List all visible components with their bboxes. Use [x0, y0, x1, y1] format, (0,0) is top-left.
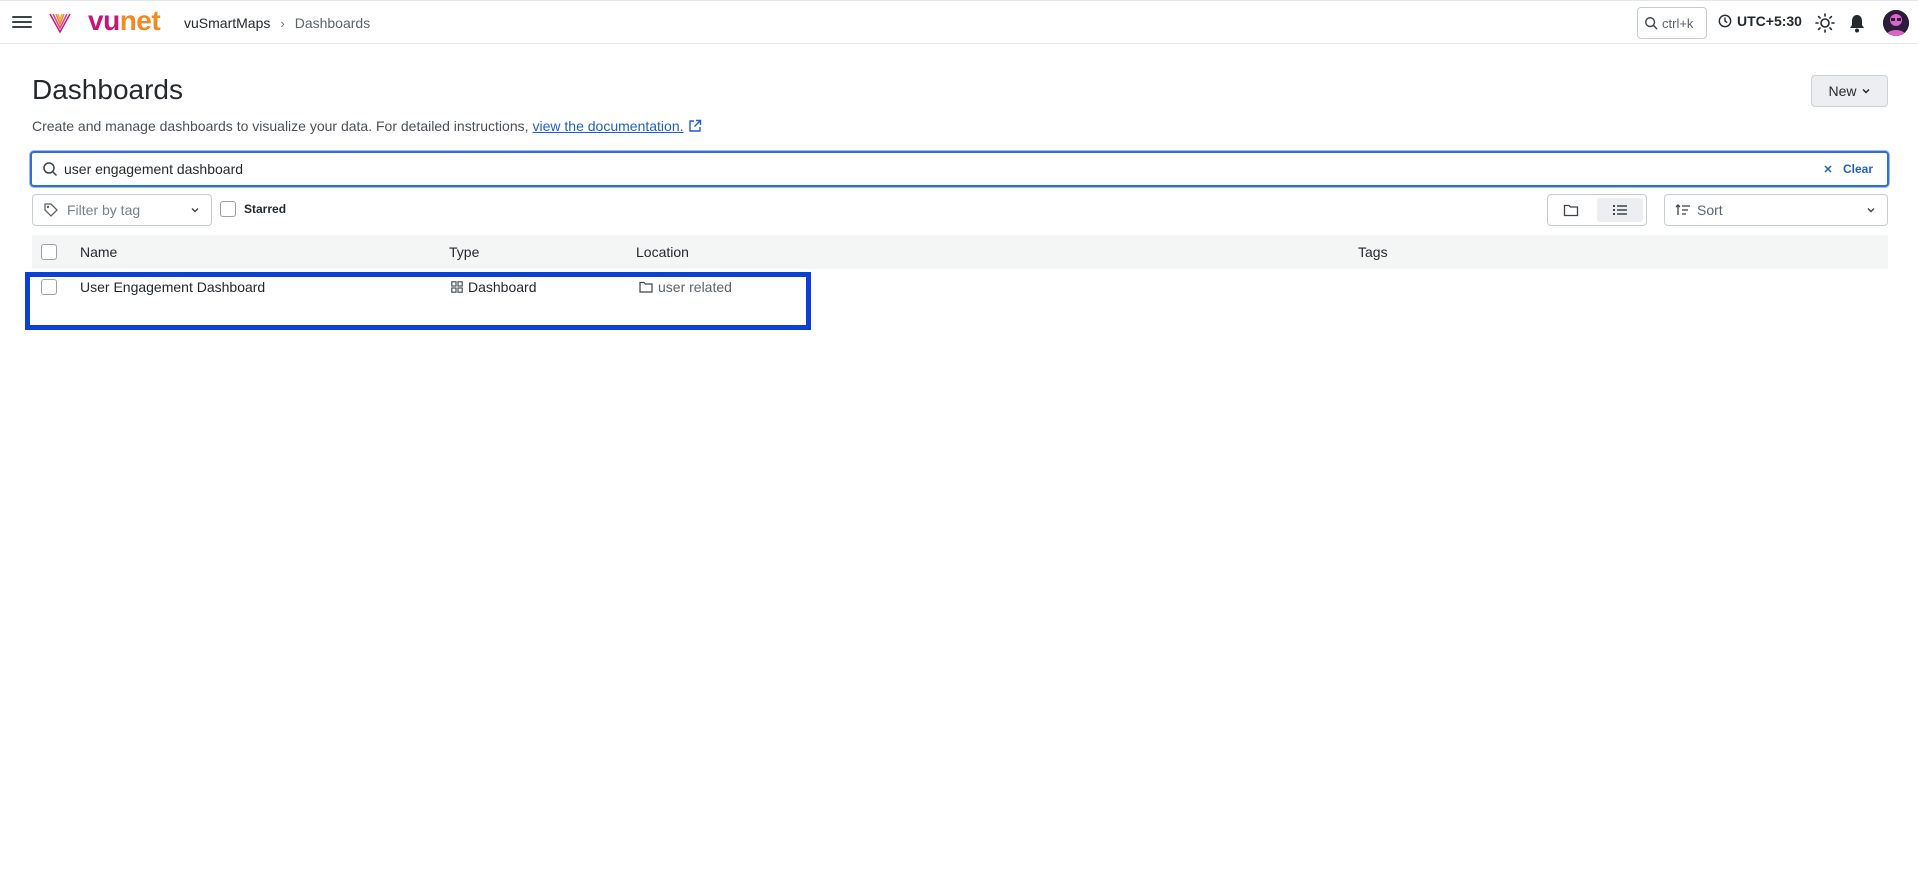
global-search-button[interactable]: ctrl+k [1637, 7, 1707, 39]
external-link-icon[interactable] [688, 119, 702, 133]
sort-select[interactable]: Sort [1664, 194, 1888, 226]
sort-label: Sort [1697, 202, 1723, 218]
filter-by-tag-select[interactable]: Filter by tag [32, 194, 212, 226]
search-icon [1645, 17, 1658, 30]
starred-checkbox[interactable] [220, 201, 236, 217]
vunet-logo-mark-icon [49, 13, 71, 34]
bell-icon [1850, 15, 1864, 33]
list-view-button[interactable] [1597, 198, 1643, 222]
tag-icon [44, 203, 58, 217]
clock-icon [1718, 14, 1732, 28]
new-button-label: New [1828, 83, 1857, 99]
dashboard-location: user related [658, 279, 732, 295]
starred-filter[interactable]: Starred [220, 201, 286, 217]
dashboard-name-link[interactable]: User Engagement Dashboard [80, 279, 265, 295]
search-shortcut-label: ctrl+k [1662, 15, 1694, 31]
notifications-button[interactable] [1847, 13, 1867, 33]
timezone-picker[interactable]: UTC+5:30 [1718, 13, 1802, 29]
breadcrumb: vuSmartMaps › Dashboards [184, 15, 370, 31]
theme-toggle-button[interactable] [1815, 13, 1835, 33]
folder-icon [639, 281, 653, 293]
dashboard-search-input[interactable] [64, 161, 1823, 177]
table-row[interactable]: User Engagement Dashboard Dashboard user… [32, 270, 1888, 306]
folder-view-button[interactable] [1548, 195, 1594, 225]
clear-search-label: Clear [1842, 162, 1873, 176]
page-title: Dashboards [32, 74, 183, 105]
dashboard-location-link[interactable]: user related [639, 279, 732, 295]
chevron-down-icon [1867, 208, 1875, 213]
vunet-logo[interactable]: vunet [88, 5, 161, 37]
list-icon [1613, 205, 1627, 215]
clear-search-button[interactable]: Clear [1823, 162, 1873, 176]
close-icon [1824, 165, 1832, 173]
sun-icon [1815, 13, 1835, 33]
logo-vu-text: vu [88, 5, 120, 36]
sort-icon [1675, 204, 1690, 215]
top-navbar: vunet vuSmartMaps › Dashboards ctrl+k UT… [0, 0, 1918, 44]
avatar-icon [1883, 10, 1909, 36]
table-header: Name Type Location Tags [32, 235, 1888, 269]
dashboard-search-field[interactable]: Clear [30, 151, 1889, 187]
filter-by-tag-placeholder: Filter by tag [67, 202, 141, 218]
folder-icon [1563, 204, 1579, 217]
chevron-down-icon [1861, 88, 1870, 94]
column-header-location: Location [636, 244, 689, 260]
logo-net-text: net [119, 5, 161, 36]
breadcrumb-vusmartmaps[interactable]: vuSmartMaps [184, 15, 270, 31]
starred-label: Starred [244, 202, 287, 216]
page-description: Create and manage dashboards to visualiz… [32, 118, 702, 134]
user-avatar[interactable] [1883, 10, 1909, 36]
search-icon [43, 162, 58, 177]
documentation-link[interactable]: view the documentation. [533, 118, 684, 134]
row-checkbox[interactable] [41, 279, 57, 295]
column-header-type: Type [449, 244, 480, 260]
breadcrumb-separator-icon: › [280, 15, 285, 31]
page-description-text: Create and manage dashboards to visualiz… [32, 118, 529, 134]
column-header-tags: Tags [1358, 244, 1388, 260]
breadcrumb-dashboards: Dashboards [294, 15, 371, 31]
new-button[interactable]: New [1811, 75, 1888, 107]
menu-icon[interactable] [12, 13, 32, 33]
column-header-name[interactable]: Name [80, 244, 117, 260]
view-toggle [1547, 194, 1647, 226]
select-all-checkbox[interactable] [41, 244, 57, 260]
chevron-down-icon [191, 208, 199, 213]
dashboard-grid-icon [451, 281, 463, 293]
dashboard-name: User Engagement Dashboard [80, 279, 266, 295]
dashboard-type-cell: Dashboard [451, 279, 537, 295]
timezone-label: UTC+5:30 [1737, 13, 1802, 29]
dashboard-type: Dashboard [468, 279, 537, 295]
